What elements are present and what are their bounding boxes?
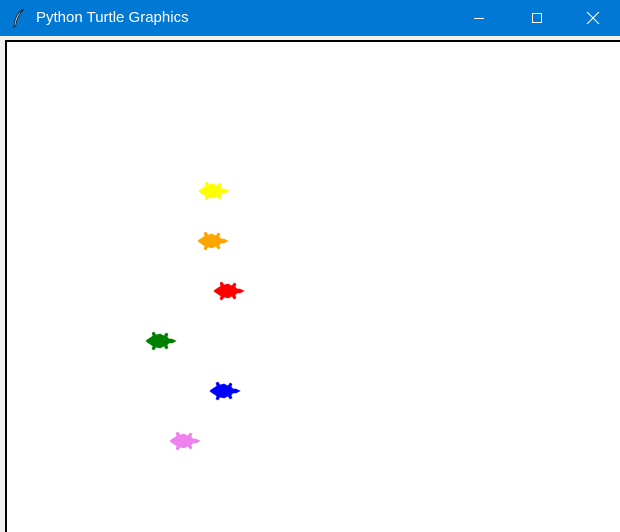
- turtle-green: [145, 331, 177, 351]
- turtle-blue: [209, 381, 241, 401]
- turtle-drawing-layer: [145, 181, 245, 451]
- turtle-orange: [197, 231, 229, 251]
- turtle-window: Python Turtle Graphics: [0, 0, 620, 532]
- turtle-violet: [169, 431, 201, 451]
- turtle-yellow: [198, 181, 230, 201]
- turtle-red: [213, 281, 245, 301]
